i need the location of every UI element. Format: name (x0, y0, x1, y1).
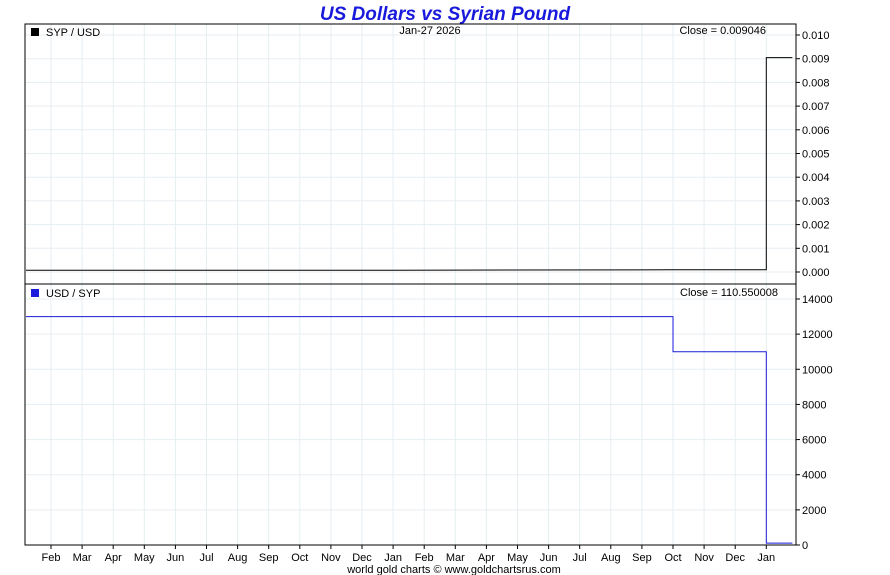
x-tick-label: Oct (664, 552, 681, 564)
bottom-y-tick-label: 8000 (802, 399, 826, 411)
bottom-panel: USD / SYP Close = 110.550008 0 2000 4000 60… (24, 283, 833, 552)
x-tick-label: Jan (757, 552, 775, 564)
x-tick-label: Dec (725, 552, 745, 564)
bottom-close-label: Close = 110.550008 (680, 287, 778, 299)
top-y-tick-label: 0.003 (802, 196, 830, 208)
chart-canvas: US Dollars vs Syrian Pound SYP / USD Jan… (24, 4, 833, 575)
x-tick-label: Mar (73, 552, 92, 564)
x-tick-label: Feb (415, 552, 434, 564)
bottom-y-tick-label: 10000 (802, 364, 833, 376)
top-gridlines (25, 24, 796, 284)
bottom-legend-label: USD / SYP (46, 288, 100, 300)
x-tick-label: Aug (228, 552, 248, 564)
date-label: Jan-27 2026 (399, 25, 460, 37)
top-legend-label: SYP / USD (46, 27, 100, 39)
bottom-y-tick-label: 4000 (802, 470, 826, 482)
x-tick-label: Apr (478, 552, 495, 564)
x-tick-label: Mar (446, 552, 465, 564)
x-tick-label: Jul (199, 552, 213, 564)
x-tick-label: Sep (632, 552, 652, 564)
bottom-panel-frame (24, 283, 797, 546)
x-tick-label: Jul (573, 552, 587, 564)
top-y-tick-label: 0.009 (802, 54, 830, 66)
footer-credit: world gold charts © www.goldchartsrus.co… (346, 564, 561, 575)
top-close-label: Close = 0.009046 (679, 25, 766, 37)
top-y-axis: 0.000 0.001 0.002 0.003 0.004 0.005 0.006 0.007… (796, 30, 830, 279)
top-y-tick-label: 0.010 (802, 30, 830, 42)
top-y-tick-label: 0.004 (802, 172, 830, 184)
top-y-tick-label: 0.001 (802, 243, 830, 255)
bottom-y-tick-label: 2000 (802, 505, 826, 517)
top-y-tick-label: 0.008 (802, 77, 830, 89)
x-tick-label: Aug (601, 552, 621, 564)
bottom-y-tick-label: 12000 (802, 329, 833, 341)
x-tick-label: Jun (167, 552, 185, 564)
x-tick-label: Apr (105, 552, 122, 564)
x-tick-label: Dec (352, 552, 372, 564)
bottom-y-tick-label: 0 (802, 540, 808, 552)
top-legend-swatch (31, 28, 39, 36)
top-y-tick-label: 0.000 (802, 267, 830, 279)
x-tick-label: Feb (42, 552, 61, 564)
top-series-line (26, 57, 793, 271)
x-tick-label: Jun (540, 552, 558, 564)
x-tick-label: Jan (384, 552, 402, 564)
bottom-gridlines (25, 284, 796, 546)
x-tick-label: Oct (291, 552, 308, 564)
x-tick-label: May (134, 552, 155, 564)
top-y-tick-label: 0.006 (802, 125, 830, 137)
top-y-tick-label: 0.002 (802, 220, 830, 232)
bottom-legend-swatch (31, 289, 39, 297)
x-tick-label: Nov (321, 552, 341, 564)
bottom-y-tick-label: 14000 (802, 294, 833, 306)
x-tick-label: Sep (259, 552, 279, 564)
top-y-tick-label: 0.007 (802, 101, 830, 113)
x-tick-label: Nov (694, 552, 714, 564)
bottom-y-axis: 0 2000 4000 6000 8000 10000 12000 14000 (796, 294, 833, 552)
x-tick-label: May (507, 552, 528, 564)
top-panel: SYP / USD Jan-27 2026 Close = 0.009046 0… (24, 23, 830, 285)
bottom-y-tick-label: 6000 (802, 435, 826, 447)
bottom-series-line (26, 316, 793, 544)
chart-title: US Dollars vs Syrian Pound (320, 4, 571, 25)
x-axis: Feb Mar Apr May Jun Jul Aug Sep Oct Nov Dec Jan Feb M… (42, 545, 775, 564)
top-y-tick-label: 0.005 (802, 149, 830, 161)
